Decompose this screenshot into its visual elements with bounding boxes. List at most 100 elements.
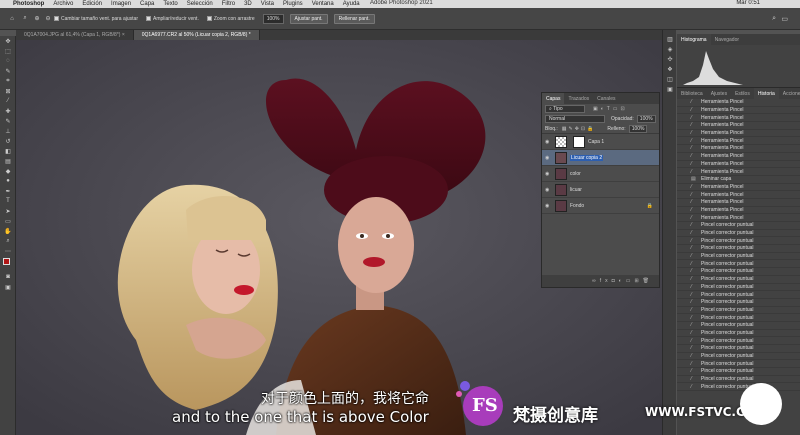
- tab-navegador[interactable]: Navegador: [711, 34, 743, 45]
- history-item[interactable]: ⁄ Herramienta Pincel: [677, 207, 800, 215]
- menu-archivo[interactable]: Archivo: [53, 1, 73, 7]
- history-item[interactable]: ⁄ Pincel corrector puntual: [677, 237, 800, 246]
- menu-filtro[interactable]: Filtro: [222, 1, 235, 7]
- visibility-eye-icon[interactable]: ◉: [545, 203, 552, 209]
- menu-capa[interactable]: Capa: [140, 1, 154, 7]
- adjustment-layer-icon[interactable]: ◐: [619, 278, 626, 284]
- fill-field[interactable]: 100%: [628, 124, 648, 133]
- doc-tab-1[interactable]: 0Q1A7004.JPG al 61,4% (Capa 1, RGB/8*) ×: [16, 30, 134, 40]
- history-item[interactable]: ⁄ Pincel corrector puntual: [677, 284, 800, 292]
- history-item[interactable]: ⁄ Herramienta Pincel: [677, 199, 800, 207]
- history-item[interactable]: ⁄ Pincel corrector puntual: [677, 383, 800, 392]
- new-group-icon[interactable]: ▭: [626, 278, 635, 284]
- history-item[interactable]: ⁄ Herramienta Pincel: [677, 107, 800, 115]
- stamp-tool-icon[interactable]: ⊥: [0, 126, 16, 136]
- link-layers-icon[interactable]: ∞: [592, 278, 600, 284]
- dock-icon-6[interactable]: ▣: [663, 84, 677, 94]
- history-item[interactable]: ⁄ Pincel corrector puntual: [677, 353, 800, 361]
- history-item[interactable]: ⁄ Herramienta Pincel: [677, 122, 800, 130]
- tab-historia[interactable]: Historia: [753, 88, 779, 99]
- history-item[interactable]: ⁄ Pincel corrector puntual: [677, 376, 800, 384]
- tab-estilos[interactable]: Estilos: [731, 88, 754, 99]
- menu-3d[interactable]: 3D: [244, 1, 252, 7]
- fill-screen-button[interactable]: Rellenar pant.: [333, 13, 375, 24]
- dock-icon-1[interactable]: ▥: [663, 34, 677, 44]
- layer-row[interactable]: ◉ color: [542, 166, 659, 182]
- search-icon[interactable]: ⌕: [772, 15, 776, 23]
- tab-ajustes[interactable]: Ajustes: [707, 88, 731, 99]
- new-layer-icon[interactable]: ⊞: [634, 278, 642, 284]
- add-mask-icon[interactable]: ◘: [612, 278, 619, 284]
- tab-biblioteca[interactable]: Biblioteca: [677, 88, 707, 99]
- trash-icon[interactable]: 🗑: [643, 278, 653, 284]
- menu-vista[interactable]: Vista: [261, 1, 274, 7]
- layer-row[interactable]: ◉ Fondo 🔒: [542, 198, 659, 214]
- gradient-tool-icon[interactable]: ▤: [0, 156, 16, 166]
- hand-tool-icon[interactable]: ✋: [0, 226, 16, 236]
- resize-windows-checkbox[interactable]: Cambiar tamaño vent. para ajustar: [54, 16, 138, 22]
- tab-capas[interactable]: Capas: [542, 93, 565, 104]
- screen-mode-icon[interactable]: ▣: [0, 282, 16, 292]
- zoom-value-field[interactable]: 100%: [262, 13, 284, 24]
- quick-select-tool-icon[interactable]: ✎: [0, 66, 16, 76]
- history-item[interactable]: ⁄ Herramienta Pincel: [677, 145, 800, 153]
- history-item[interactable]: ⁄ Pincel corrector puntual: [677, 260, 800, 269]
- dodge-tool-icon[interactable]: ●: [0, 176, 16, 186]
- history-item[interactable]: ⁄ Pincel corrector puntual: [677, 245, 800, 253]
- tab-histograma[interactable]: Histograma: [677, 34, 711, 45]
- path-select-tool-icon[interactable]: ➤: [0, 206, 16, 216]
- history-item[interactable]: ⁄ Herramienta Pincel: [677, 191, 800, 199]
- tab-canales[interactable]: Canales: [593, 93, 619, 104]
- history-item[interactable]: ⁄ Herramienta Pincel: [677, 130, 800, 138]
- dock-icon-2[interactable]: ◈: [663, 44, 677, 54]
- tab-acciones[interactable]: Acciones: [779, 88, 800, 99]
- marquee-tool-icon[interactable]: ⬚: [0, 46, 16, 56]
- history-item[interactable]: ⁄ Pincel corrector puntual: [677, 307, 800, 315]
- history-item[interactable]: ⁄ Herramienta Pincel: [677, 137, 800, 146]
- opacity-field[interactable]: 100%: [636, 115, 656, 123]
- color-swatches[interactable]: [0, 256, 15, 272]
- lasso-tool-icon[interactable]: ◌: [0, 56, 16, 66]
- history-item[interactable]: ⁄ Pincel corrector puntual: [677, 299, 800, 307]
- history-item[interactable]: ⁄ Herramienta Pincel: [677, 153, 800, 161]
- history-item[interactable]: ⁄ Pincel corrector puntual: [677, 222, 800, 230]
- visibility-eye-icon[interactable]: ◉: [545, 155, 552, 161]
- layer-row[interactable]: ◉ Capa 1: [542, 134, 659, 150]
- visibility-eye-icon[interactable]: ◉: [545, 171, 552, 177]
- dock-icon-4[interactable]: ❖: [663, 64, 677, 74]
- home-icon[interactable]: ⌂: [6, 14, 18, 24]
- menu-ayuda[interactable]: Ayuda: [343, 1, 360, 7]
- history-item[interactable]: ⁄ Pincel corrector puntual: [677, 322, 800, 330]
- history-item[interactable]: ⁄ Herramienta Pincel: [677, 114, 800, 123]
- fit-screen-button[interactable]: Ajustar pant.: [289, 13, 328, 24]
- history-item[interactable]: ⁄ Pincel corrector puntual: [677, 314, 800, 322]
- history-item[interactable]: ▤ Eliminar capa: [677, 176, 800, 184]
- menu-seleccion[interactable]: Selección: [187, 1, 213, 7]
- foreground-color-swatch[interactable]: [3, 258, 10, 265]
- history-item[interactable]: ⁄ Pincel corrector puntual: [677, 337, 800, 345]
- crop-tool-icon[interactable]: ⌗: [0, 76, 16, 86]
- zoom-out-icon[interactable]: ⊖: [42, 14, 54, 24]
- menu-app[interactable]: Photoshop: [13, 1, 44, 7]
- zoom-in-icon[interactable]: ⊕: [32, 14, 42, 24]
- history-item[interactable]: ⁄ Herramienta Pincel: [677, 184, 800, 192]
- eyedropper-tool-icon[interactable]: ⁄: [0, 96, 16, 106]
- history-item[interactable]: ⁄ Pincel corrector puntual: [677, 276, 800, 284]
- move-tool-icon[interactable]: ✥: [0, 36, 16, 46]
- history-item[interactable]: ⁄ Pincel corrector puntual: [677, 330, 800, 338]
- eraser-tool-icon[interactable]: ◧: [0, 146, 16, 156]
- blend-mode-select[interactable]: Normal: [545, 115, 605, 123]
- doc-tab-2[interactable]: 0Q1A6977.CR2 al 50% (Licuar copia 2, RGB…: [133, 30, 260, 40]
- blur-tool-icon[interactable]: ◆: [0, 166, 16, 176]
- dock-icon-3[interactable]: ✣: [663, 54, 677, 64]
- layer-row-selected[interactable]: ◉ Licuar copia 2: [542, 150, 659, 166]
- workspace-icon[interactable]: ▭: [781, 15, 788, 23]
- history-item[interactable]: ⁄ Pincel corrector puntual: [677, 291, 800, 299]
- history-item[interactable]: ⁄ Herramienta Pincel: [677, 161, 800, 169]
- zoom-tool-icon[interactable]: ⌕: [18, 14, 32, 24]
- menu-texto[interactable]: Texto: [163, 1, 177, 7]
- scrubby-zoom-checkbox[interactable]: Zoom con arrastre: [206, 16, 255, 22]
- lock-icons[interactable]: ▦✎✥⊡🔒: [562, 126, 596, 132]
- frame-tool-icon[interactable]: ⊠: [0, 86, 16, 96]
- menu-imagen[interactable]: Imagen: [111, 1, 131, 7]
